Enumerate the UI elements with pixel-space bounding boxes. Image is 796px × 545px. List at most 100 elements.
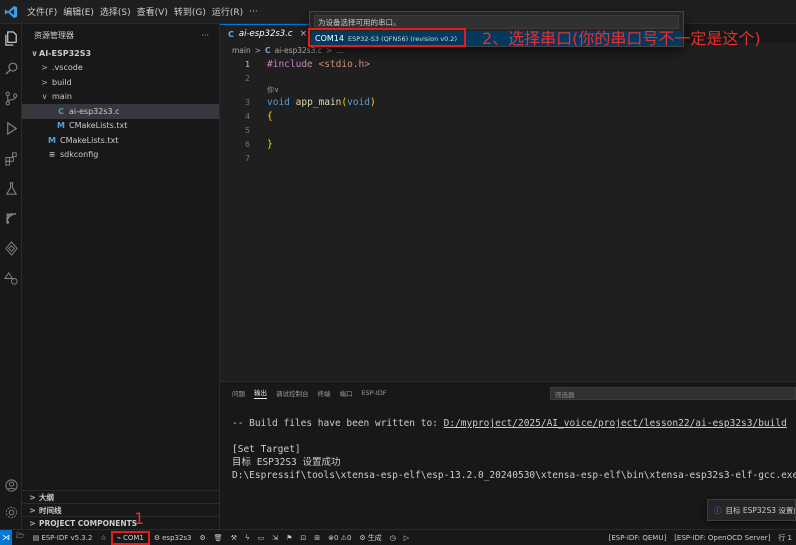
tab-esp-idf[interactable]: ESP-IDF — [362, 389, 387, 397]
info-icon: ⓘ — [714, 505, 722, 515]
tree-item-label: ai-esp32s3.c — [69, 106, 120, 116]
monitor-icon[interactable]: ▭ — [254, 534, 269, 542]
clock-icon[interactable]: ◷ — [386, 534, 400, 542]
terminal-icon[interactable]: ⊡ — [296, 534, 310, 542]
output-log: -- Build files have been written to: D:/… — [220, 417, 796, 482]
account-icon[interactable] — [1, 475, 21, 495]
menu-file[interactable]: 文件(F) — [24, 5, 60, 18]
output-filter-input[interactable]: 筛选器 — [550, 387, 796, 400]
extensions-icon[interactable] — [1, 148, 21, 168]
tree-item-main[interactable]: ∨ main — [22, 90, 219, 105]
sidebar-bottom-sections: > 大纲 > 时间线 > PROJECT COMPONENTS — [22, 490, 220, 529]
testing-icon[interactable] — [1, 178, 21, 198]
tab-problems[interactable]: 问题 — [232, 388, 245, 398]
code-token: { — [267, 110, 273, 122]
menu-view[interactable]: 查看(V) — [134, 5, 171, 18]
tree-item-sdkconfig[interactable]: ≡ sdkconfig — [22, 148, 219, 163]
source-control-icon[interactable] — [1, 88, 21, 108]
tree-item-label: main — [52, 92, 72, 102]
code-line: 3 void app_main(void) — [220, 95, 796, 109]
menu-edit[interactable]: 编辑(E) — [60, 5, 97, 18]
tree-item-vscode[interactable]: > .vscode — [22, 61, 219, 76]
chevron-right-icon: > — [41, 77, 48, 87]
annotation-box-port — [308, 28, 466, 47]
output-blank-line — [232, 430, 796, 443]
tree-item-ai-esp32s3-c[interactable]: C ai-esp32s3.c — [22, 104, 219, 119]
tab-ports[interactable]: 端口 — [340, 388, 353, 398]
tab-debug-console[interactable]: 调试控制台 — [276, 388, 309, 398]
tree-item-build[interactable]: > build — [22, 75, 219, 90]
section-outline[interactable]: > 大纲 — [22, 490, 220, 503]
chevron-down-icon: ∨ — [41, 92, 48, 102]
status-bar-right: [ESP-IDF: QEMU] [ESP-IDF: OpenOCD Server… — [605, 530, 796, 545]
tree-item-cmakelists-root[interactable]: M CMakeLists.txt — [22, 133, 219, 148]
status-target-button[interactable]: ⚙ esp32s3 — [150, 534, 196, 542]
code-token: void — [347, 96, 371, 108]
line-number: 2 — [245, 73, 250, 83]
chevron-right-icon: > — [41, 63, 48, 73]
chevron-right-icon: > — [29, 505, 36, 515]
status-qemu[interactable]: [ESP-IDF: QEMU] — [605, 534, 671, 542]
search-icon[interactable] — [1, 58, 21, 78]
tree-item-cmakelists-main[interactable]: M CMakeLists.txt — [22, 119, 219, 134]
line-number: 5 — [245, 125, 250, 135]
menu-selection[interactable]: 选择(S) — [97, 5, 134, 18]
codelens[interactable]: 你∨ — [267, 85, 279, 95]
code-line: 2 — [220, 71, 796, 85]
status-problems[interactable]: ⊗0 ⚠0 — [324, 534, 355, 542]
code-token: #include — [267, 58, 313, 70]
section-label: PROJECT COMPONENTS — [39, 518, 138, 528]
explorer-sidebar: 资源管理器 ··· ∨ AI-ESP32S3 > .vscode > build… — [22, 24, 220, 529]
section-timeline[interactable]: > 时间线 — [22, 503, 220, 516]
menu-run[interactable]: 运行(R) — [209, 5, 246, 18]
code-line: 5 — [220, 123, 796, 137]
breadcrumb-item[interactable]: main — [232, 46, 251, 55]
status-port-button[interactable]: ⌁ COM1 — [110, 530, 150, 545]
menu-go[interactable]: 转到(G) — [171, 5, 209, 18]
code-token: <stdio.h> — [312, 58, 370, 70]
status-idf-version[interactable]: ▤ ESP-IDF v5.3.2 — [29, 534, 97, 542]
trash-icon[interactable]: 🗑 — [210, 534, 227, 542]
settings-gear-icon[interactable] — [1, 502, 21, 522]
cmake-file-icon: M — [57, 121, 65, 131]
status-openocd[interactable]: [ESP-IDF: OpenOCD Server] — [670, 534, 774, 542]
chevron-down-icon: ∨ — [31, 48, 38, 58]
tab-terminal[interactable]: 终端 — [318, 388, 331, 398]
chevron-right-icon: > — [29, 492, 36, 502]
notification-toast[interactable]: ⓘ 目标 ESP32S3 设置成功 — [707, 499, 796, 521]
menu-more[interactable]: ··· — [246, 7, 261, 17]
status-branch-icon[interactable]: 🗁 — [12, 532, 29, 543]
explorer-icon[interactable] — [1, 28, 21, 48]
tab-ai-esp32s3-c[interactable]: C ai-esp32s3.c × — [220, 24, 316, 43]
remote-indicator-icon[interactable]: ⋊ — [0, 529, 12, 545]
code-editor[interactable]: 1 #include <stdio.h> 2 你∨ 3 void app_mai… — [220, 57, 796, 165]
play-icon[interactable]: ▷ — [400, 534, 413, 542]
tab-output[interactable]: 输出 — [254, 387, 267, 399]
status-cursor-position[interactable]: 行 1 — [774, 533, 796, 543]
build-icon[interactable]: ⚒ — [227, 534, 241, 542]
explorer-more-button[interactable]: ··· — [201, 31, 209, 40]
esp-idf-icon[interactable] — [1, 208, 21, 228]
status-build[interactable]: ⚙ 生成 — [355, 533, 385, 543]
debug-icon[interactable]: ⚑ — [282, 534, 296, 542]
chevron-right-icon: > — [29, 518, 36, 528]
run-task-icon[interactable]: ⊞ — [310, 534, 324, 542]
line-number: 4 — [245, 111, 250, 121]
status-bar: ⋊ 🗁 ▤ ESP-IDF v5.3.2 ☆ ⌁ COM1 ⚙ esp32s3 … — [0, 529, 796, 545]
espressif-explorer-icon[interactable] — [1, 238, 21, 258]
sdk-config-icon[interactable]: ⚙ — [196, 534, 210, 542]
close-icon[interactable]: × — [300, 29, 308, 39]
line-number: 3 — [245, 97, 250, 107]
section-project-components[interactable]: > PROJECT COMPONENTS — [22, 516, 220, 529]
gear-icon: ⚙ — [359, 533, 366, 542]
build-path-link[interactable]: D:/myproject/2025/AI_voice/project/lesso… — [444, 418, 787, 429]
shapes-icon[interactable] — [1, 268, 21, 288]
flash-monitor-icon[interactable]: ⇲ — [268, 534, 282, 542]
star-icon[interactable]: ☆ — [96, 534, 110, 542]
project-root[interactable]: ∨ AI-ESP32S3 — [22, 46, 219, 61]
section-label: 大纲 — [39, 492, 54, 502]
flash-icon[interactable]: ϟ — [241, 534, 254, 542]
explorer-title: 资源管理器 — [34, 30, 74, 40]
tree-item-label: build — [52, 77, 72, 87]
run-debug-icon[interactable] — [1, 118, 21, 138]
